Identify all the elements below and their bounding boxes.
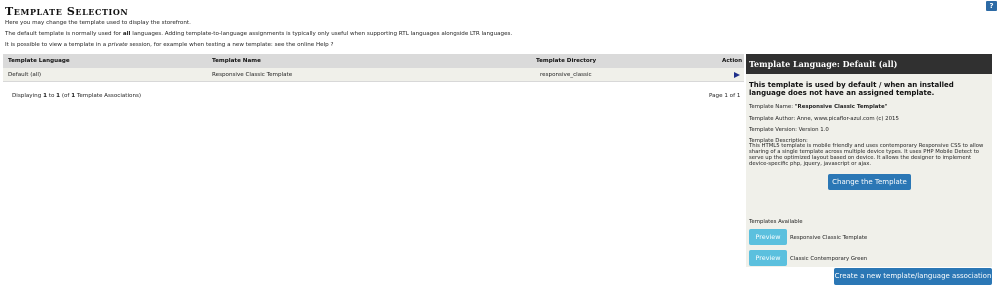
intro-line-3-post[interactable]: session, for example when testing a new … [128, 42, 333, 48]
table-header: Template Language Template Name Template… [3, 54, 744, 68]
intro-line-3: It is possible to view a template in a p… [5, 42, 333, 48]
col-template-name: Template Name [212, 58, 261, 64]
row-template-name: Responsive Classic Template [212, 72, 293, 78]
panel-header: Template Language: Default (all) [746, 54, 992, 74]
template-name-label: Template Name: [749, 104, 795, 110]
available-template-name: Responsive Classic Template [790, 235, 868, 241]
template-name-value: "Responsive Classic Template" [794, 104, 888, 110]
col-template-language: Template Language [8, 58, 70, 64]
footer-post: Template Associations) [75, 93, 142, 99]
page-info: Page 1 of 1 [709, 93, 741, 99]
template-description: This HTML5 template is mobile friendly a… [749, 143, 984, 167]
panel-headline: This template is used by default / when … [749, 81, 954, 97]
col-action: Action [722, 58, 743, 64]
intro-line-3-italic: private [107, 42, 128, 48]
preview-button-classic-green[interactable]: Preview [749, 250, 787, 266]
table-footer-count: Displaying 1 to 1 (of 1 Template Associa… [12, 93, 141, 99]
intro-line-2-post: languages. Adding template-to-language a… [130, 31, 513, 37]
intro-line-3-pre: It is possible to view a template in a [5, 42, 108, 48]
footer-mid1: to [46, 93, 57, 99]
footer-mid2: (of [60, 93, 72, 99]
intro-line-2-pre: The default template is normally used fo… [5, 31, 123, 37]
preview-button-responsive-classic[interactable]: Preview [749, 229, 787, 245]
change-template-button[interactable]: Change the Template [828, 174, 911, 190]
available-template-name: Classic Contemporary Green [790, 256, 868, 262]
col-template-directory: Template Directory [536, 58, 597, 64]
table-row[interactable]: Default (all) Responsive Classic Templat… [3, 68, 744, 82]
intro-line-1: Here you may change the template used to… [5, 20, 191, 26]
page-title: Template Selection [5, 5, 129, 18]
row-template-directory: responsive_classic [540, 72, 592, 78]
template-table: Template Language Template Name Template… [3, 54, 744, 82]
help-button[interactable]: ? [986, 1, 997, 11]
template-info-panel: Template Language: Default (all) This te… [746, 54, 992, 267]
template-name-line: Template Name: "Responsive Classic Templ… [749, 104, 887, 110]
create-association-button[interactable]: Create a new template/language associati… [834, 268, 992, 285]
template-version: Template Version: Version 1.0 [749, 127, 829, 133]
templates-available-label: Templates Available [749, 219, 803, 225]
row-language: Default (all) [8, 72, 42, 78]
edit-arrow-icon[interactable] [734, 72, 740, 78]
template-author: Template Author: Anne, www.picaflor-azul… [749, 116, 899, 122]
footer-pre: Displaying [12, 93, 44, 99]
intro-line-2: The default template is normally used fo… [5, 31, 512, 37]
